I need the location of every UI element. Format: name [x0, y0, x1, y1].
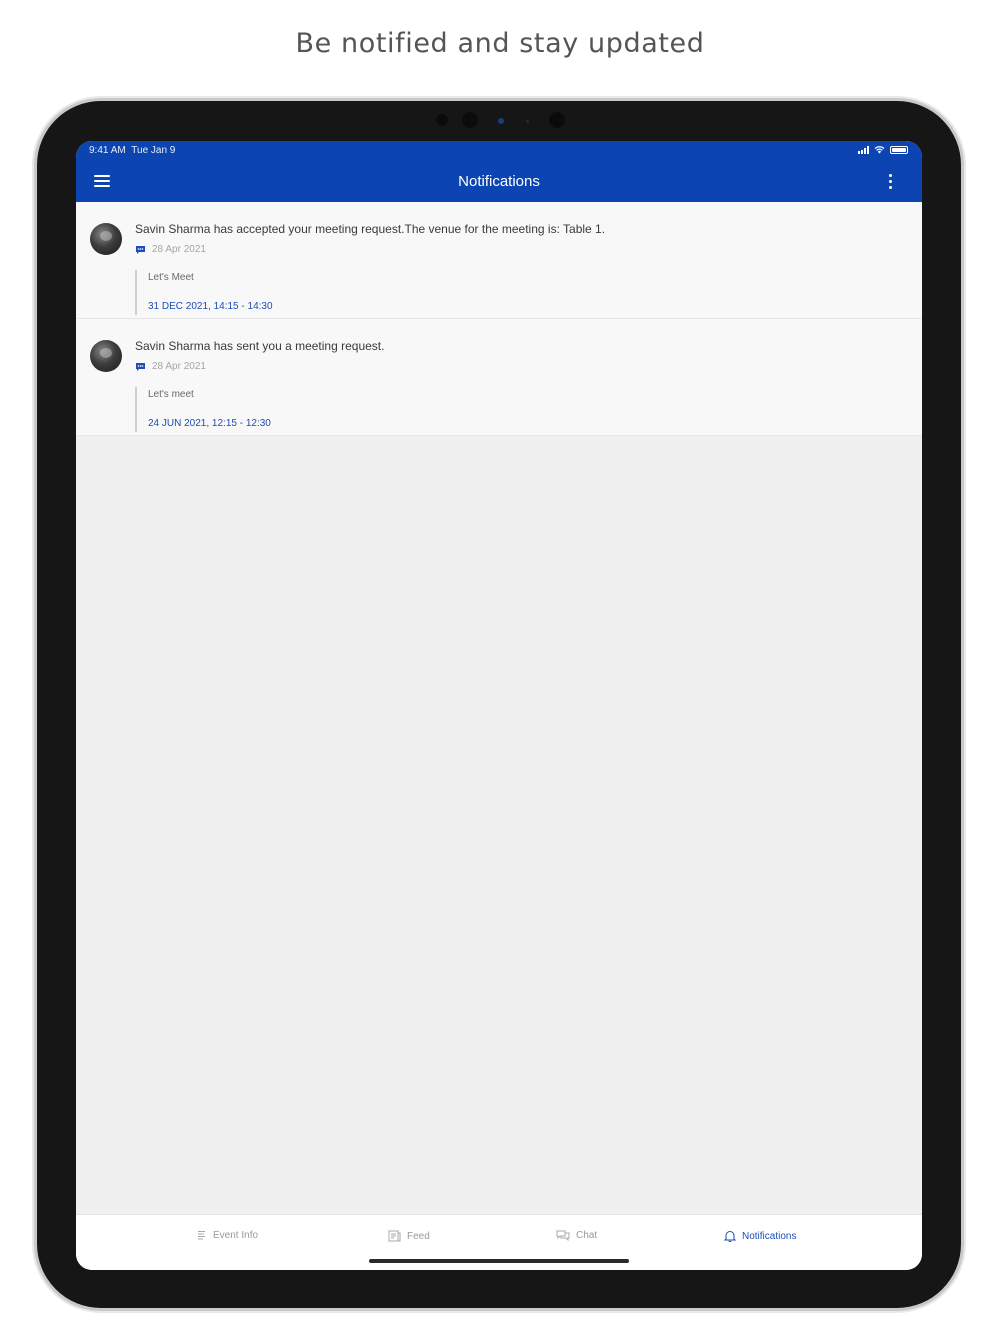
tab-label: Notifications [742, 1230, 797, 1242]
meeting-details: Let's meet 24 JUN 2021, 12:15 - 12:30 [135, 387, 271, 432]
status-time: 9:41 AM Tue Jan 9 [89, 145, 175, 156]
avatar [90, 223, 122, 255]
battery-icon [890, 146, 908, 154]
feed-icon [388, 1230, 401, 1242]
notification-list: Savin Sharma has accepted your meeting r… [76, 202, 922, 436]
camera-sensor [549, 112, 565, 128]
notification-date: 28 Apr 2021 [152, 244, 206, 255]
status-clock: 9:41 AM [89, 145, 126, 156]
status-date: Tue Jan 9 [131, 145, 176, 156]
notification-text: Savin Sharma has sent you a meeting requ… [135, 339, 385, 353]
camera-sensor [526, 120, 529, 123]
home-indicator[interactable] [369, 1259, 629, 1263]
tab-chat[interactable]: Chat [556, 1230, 597, 1241]
more-icon-dot [888, 186, 892, 189]
tab-event-info[interactable]: Event Info [197, 1230, 258, 1241]
tab-label: Event Info [213, 1230, 259, 1241]
notification-item[interactable]: Savin Sharma has sent you a meeting requ… [76, 319, 922, 436]
bottom-tab-bar: Event Info Feed Chat Notifications [76, 1214, 922, 1270]
wifi-icon [874, 146, 885, 154]
meeting-time: 24 JUN 2021, 12:15 - 12:30 [148, 418, 271, 429]
camera-sensor [462, 112, 478, 128]
more-options-button[interactable] [887, 174, 893, 189]
notification-meta: 28 Apr 2021 [135, 361, 206, 372]
notification-item[interactable]: Savin Sharma has accepted your meeting r… [76, 202, 922, 319]
meeting-time: 31 DEC 2021, 14:15 - 14:30 [148, 301, 273, 312]
cellular-signal-icon [858, 146, 869, 154]
chat-bubble-icon [135, 362, 146, 372]
camera-lens [498, 118, 504, 124]
notification-text: Savin Sharma has accepted your meeting r… [135, 222, 606, 236]
chat-icon [556, 1230, 570, 1241]
meeting-details: Let's Meet 31 DEC 2021, 14:15 - 14:30 [135, 270, 273, 315]
more-icon-dot [888, 174, 892, 177]
bell-icon [724, 1231, 736, 1242]
meeting-message: Let's Meet [148, 272, 194, 283]
app-screen: 9:41 AM Tue Jan 9 Notifications Savin Sh… [76, 141, 922, 1270]
tab-label: Feed [407, 1230, 430, 1242]
volume-down-button [961, 236, 965, 280]
camera-sensor [436, 114, 448, 126]
tab-label: Chat [576, 1230, 598, 1241]
list-icon [198, 1231, 205, 1240]
tab-feed[interactable]: Feed [388, 1230, 430, 1242]
volume-up-button [961, 185, 965, 229]
chat-bubble-icon [135, 245, 146, 255]
app-header: 9:41 AM Tue Jan 9 Notifications [76, 141, 922, 202]
status-indicators [858, 146, 908, 154]
meeting-message: Let's meet [148, 389, 194, 400]
tab-notifications[interactable]: Notifications [724, 1230, 796, 1242]
more-icon-dot [888, 180, 892, 183]
notification-meta: 28 Apr 2021 [135, 244, 206, 255]
page-title: Notifications [458, 173, 540, 190]
avatar [90, 340, 122, 372]
page-headline: Be notified and stay updated [295, 28, 705, 59]
notification-date: 28 Apr 2021 [152, 361, 206, 372]
